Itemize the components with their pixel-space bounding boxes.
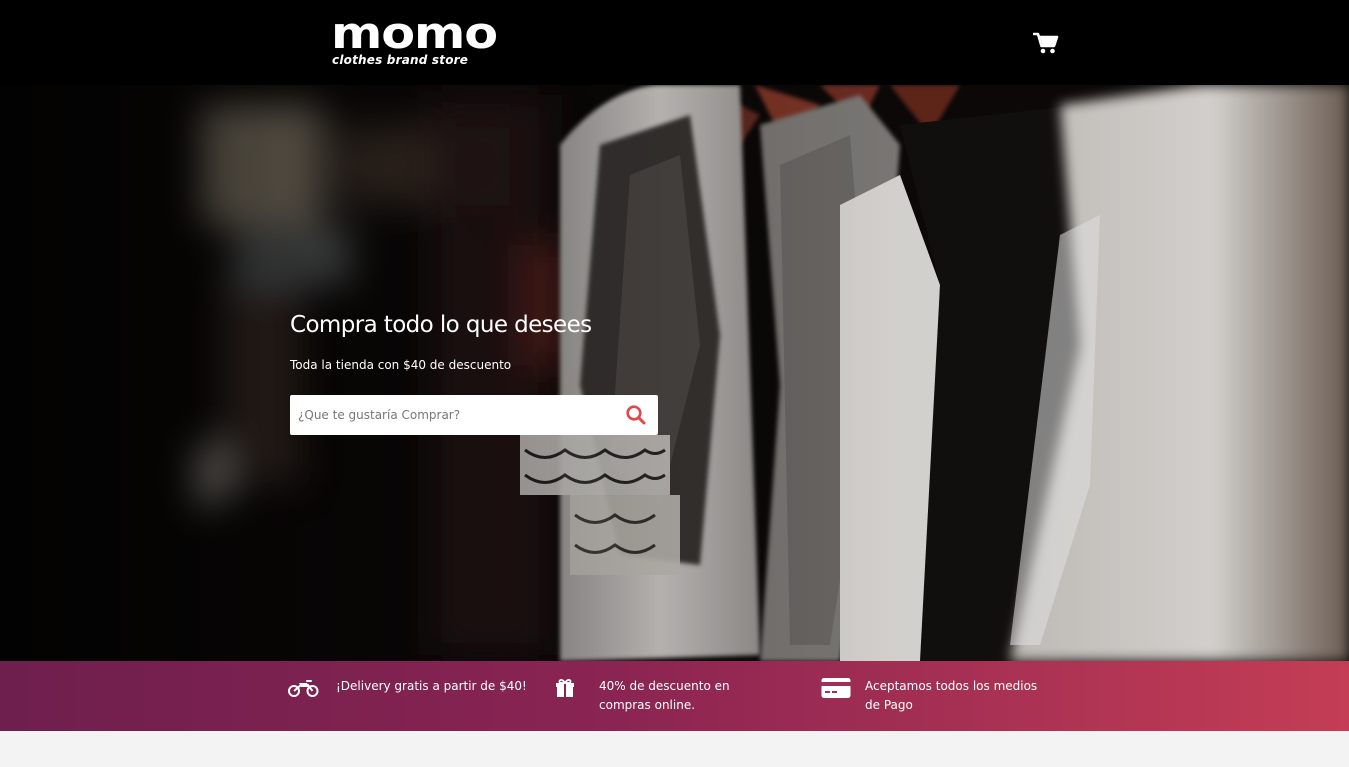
motorcycle-icon (288, 678, 319, 702)
shopping-cart-icon[interactable] (1032, 31, 1059, 55)
hero-subtitle: Toda la tienda con $40 de descuento (290, 358, 512, 372)
logo-subtitle: clothes brand store (332, 53, 469, 67)
credit-card-icon (821, 677, 851, 703)
benefits-strip: ¡Delivery gratis a partir de $40! 40% de… (0, 661, 1349, 731)
site-header: momo clothes brand store (0, 0, 1349, 85)
brand-logo[interactable]: momo clothes brand store (331, 12, 498, 72)
benefit-delivery-text: ¡Delivery gratis a partir de $40! (336, 679, 527, 693)
benefit-discount-text: 40% de descuento en compras online. (599, 679, 730, 712)
search-bar (290, 395, 658, 435)
search-input[interactable] (290, 395, 620, 435)
hero-title: Compra todo lo que desees (290, 312, 592, 338)
benefit-delivery: ¡Delivery gratis a partir de $40! (288, 661, 528, 731)
benefit-discount: 40% de descuento en compras online. (555, 661, 785, 731)
benefit-payment-text: Aceptamos todos los medios de Pago (865, 679, 1038, 712)
hero-background-image (0, 85, 1349, 661)
gift-icon (555, 678, 575, 702)
hero-banner: Compra todo lo que desees Toda la tienda… (0, 85, 1349, 661)
search-icon[interactable] (625, 404, 647, 426)
page-content-area (0, 731, 1349, 767)
logo-title: momo (331, 8, 498, 59)
benefit-payment: Aceptamos todos los medios de Pago (821, 661, 1061, 731)
